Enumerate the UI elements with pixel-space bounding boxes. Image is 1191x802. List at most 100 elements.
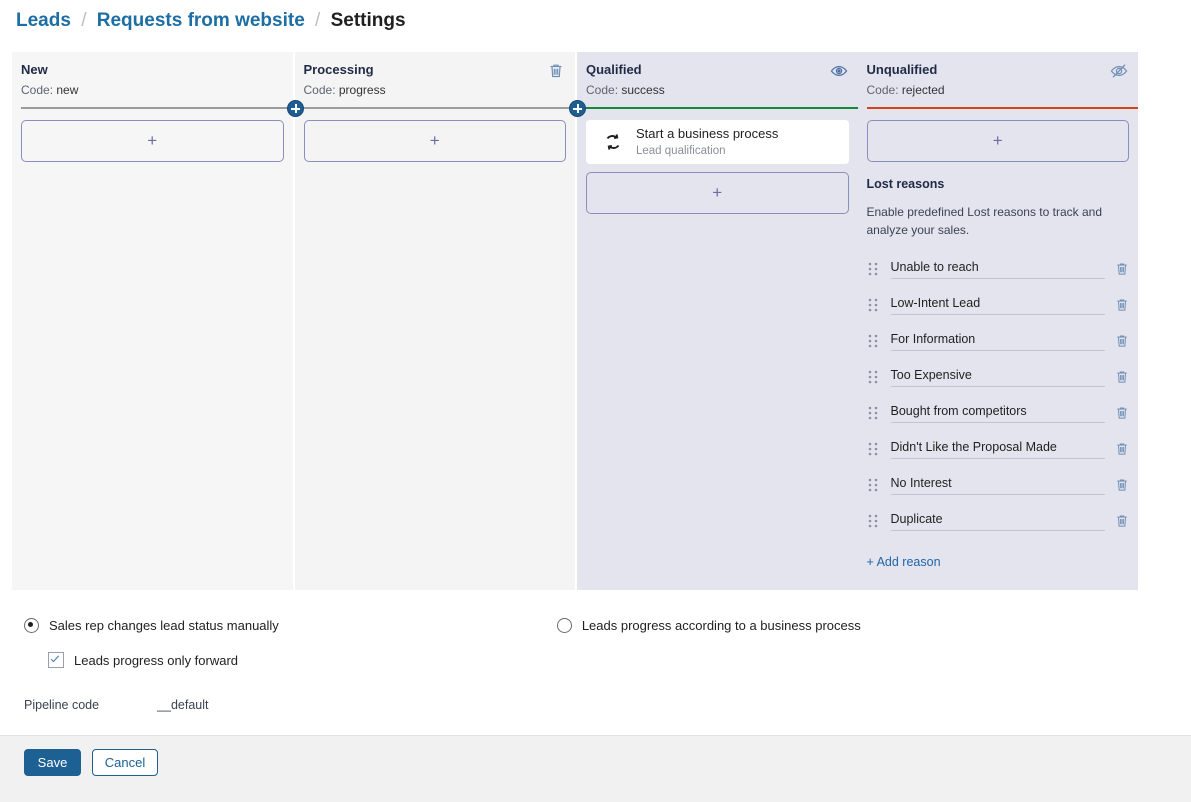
drag-handle-icon[interactable]	[867, 405, 879, 421]
column-code-value: rejected	[901, 83, 945, 97]
lost-reason-input[interactable]: For Information	[890, 332, 1105, 351]
drag-handle-icon[interactable]	[867, 261, 879, 277]
footer-bar: Save Cancel	[0, 735, 1191, 802]
drag-handle-icon[interactable]	[867, 297, 879, 313]
lost-reason-row: Bought from competitors	[867, 395, 1130, 431]
delete-reason-icon[interactable]	[1115, 297, 1129, 313]
lost-reason-row: No Interest	[867, 467, 1130, 503]
checkbox-forward-only-indicator[interactable]	[48, 652, 64, 668]
column-cards: Start a business process Lead qualificat…	[586, 120, 849, 224]
radio-business-process-indicator[interactable]	[556, 618, 572, 633]
column-code-label: Code:	[866, 83, 899, 97]
column-title: Qualified	[586, 62, 642, 77]
business-process-card[interactable]: Start a business process Lead qualificat…	[586, 120, 849, 164]
drag-handle-icon[interactable]	[867, 477, 879, 493]
delete-reason-icon[interactable]	[1115, 513, 1129, 529]
add-card-button[interactable]: +	[21, 120, 284, 162]
lost-reason-row: Low-Intent Lead	[867, 287, 1130, 323]
save-button[interactable]: Save	[24, 749, 81, 776]
pipeline-options: Sales rep changes lead status manually L…	[24, 618, 1164, 712]
lost-reason-row: For Information	[867, 323, 1130, 359]
add-stage-connector-button[interactable]	[286, 100, 304, 117]
delete-reason-icon[interactable]	[1115, 441, 1129, 457]
trash-icon[interactable]	[547, 62, 565, 80]
column-cards: +	[21, 120, 284, 172]
pipeline-column-unqualified: Unqualified Code: rejected + Lost reason…	[857, 52, 1138, 590]
lost-reasons-description: Enable predefined Lost reasons to track …	[866, 205, 1103, 237]
breadcrumb-separator: /	[81, 10, 87, 31]
delete-reason-icon[interactable]	[1115, 369, 1129, 385]
delete-reason-icon[interactable]	[1115, 477, 1129, 493]
column-code-label: Code:	[21, 83, 54, 97]
column-rule	[21, 107, 293, 109]
column-header: Qualified Code: success	[577, 52, 858, 98]
add-reason-button[interactable]: + Add reason	[867, 555, 941, 569]
status-mode-radio-group: Sales rep changes lead status manually L…	[24, 618, 1164, 633]
drag-handle-icon[interactable]	[867, 513, 879, 529]
lost-reason-input[interactable]: No Interest	[890, 476, 1105, 495]
lost-reason-input[interactable]: Low-Intent Lead	[890, 296, 1105, 315]
add-card-button[interactable]: +	[586, 172, 849, 214]
column-rule	[303, 107, 575, 109]
column-rule	[586, 107, 858, 109]
lost-reason-input[interactable]: Unable to reach	[890, 260, 1105, 279]
business-process-subtitle: Lead qualification	[636, 144, 726, 157]
pipeline-column-processing: Processing Code: progress +	[286, 52, 576, 590]
eye-off-icon[interactable]	[1110, 62, 1128, 80]
delete-reason-icon[interactable]	[1115, 333, 1129, 349]
radio-option-business-process[interactable]: Leads progress according to a business p…	[556, 618, 861, 633]
breadcrumb-item-settings: Settings	[330, 10, 406, 31]
column-rule	[866, 107, 1138, 109]
add-card-button[interactable]: +	[866, 120, 1129, 162]
drag-handle-icon[interactable]	[867, 333, 879, 349]
column-code-value: success	[621, 83, 665, 97]
column-code: Code: rejected	[867, 82, 1125, 98]
column-title: Processing	[303, 62, 374, 77]
column-header: Processing Code: progress	[295, 52, 576, 98]
column-code-label: Code:	[586, 83, 619, 97]
business-process-icon	[602, 131, 624, 153]
column-cards: +	[866, 120, 1129, 172]
breadcrumb-item-leads[interactable]: Leads	[16, 10, 71, 31]
business-process-card-text: Start a business process Lead qualificat…	[636, 126, 778, 159]
checkbox-option-forward-only[interactable]: Leads progress only forward	[48, 652, 1164, 668]
lost-reason-input[interactable]: Didn't Like the Proposal Made	[890, 440, 1105, 459]
lost-reason-input[interactable]: Duplicate	[890, 512, 1105, 531]
lost-reason-row: Duplicate	[867, 503, 1130, 539]
breadcrumb-separator: /	[315, 10, 321, 31]
drag-handle-icon[interactable]	[867, 441, 879, 457]
radio-manual-indicator[interactable]	[24, 618, 39, 633]
pipeline-code-label: Pipeline code	[24, 698, 100, 712]
column-code-value: new	[56, 83, 79, 97]
pipeline-code-row: Pipeline code __default	[24, 698, 1164, 712]
lost-reasons-title: Lost reasons	[866, 177, 945, 191]
column-header: New Code: new	[12, 52, 293, 98]
eye-icon[interactable]	[830, 62, 848, 80]
add-stage-connector-button[interactable]	[569, 100, 586, 117]
pipeline-board: New Code: new + Processing Code: progres…	[12, 52, 1138, 590]
breadcrumb-item-requests-from-website[interactable]: Requests from website	[97, 10, 305, 31]
lost-reason-row: Too Expensive	[867, 359, 1130, 395]
column-title: New	[21, 62, 48, 77]
column-title: Unqualified	[866, 62, 938, 77]
delete-reason-icon[interactable]	[1115, 405, 1129, 421]
add-card-button[interactable]: +	[303, 120, 566, 162]
business-process-title: Start a business process	[636, 125, 779, 141]
drag-handle-icon[interactable]	[867, 369, 879, 385]
radio-option-manual[interactable]: Sales rep changes lead status manually	[24, 618, 279, 633]
lost-reason-input[interactable]: Too Expensive	[890, 368, 1105, 387]
column-code-value: progress	[338, 83, 386, 97]
pipeline-column-new: New Code: new +	[12, 52, 293, 590]
lost-reason-row: Didn't Like the Proposal Made	[867, 431, 1130, 467]
radio-business-process-label: Leads progress according to a business p…	[581, 618, 861, 633]
column-code: Code: success	[586, 82, 844, 98]
cancel-button[interactable]: Cancel	[92, 749, 158, 776]
column-cards: +	[303, 120, 566, 172]
column-code: Code: new	[21, 82, 279, 98]
breadcrumb: Leads / Requests from website / Settings	[16, 8, 406, 34]
pipeline-column-qualified: Qualified Code: success Start a business…	[569, 52, 858, 590]
column-code: Code: progress	[304, 82, 562, 98]
delete-reason-icon[interactable]	[1115, 261, 1129, 277]
lost-reason-input[interactable]: Bought from competitors	[890, 404, 1105, 423]
lost-reasons-panel: Lost reasons Enable predefined Lost reas…	[867, 177, 1130, 571]
